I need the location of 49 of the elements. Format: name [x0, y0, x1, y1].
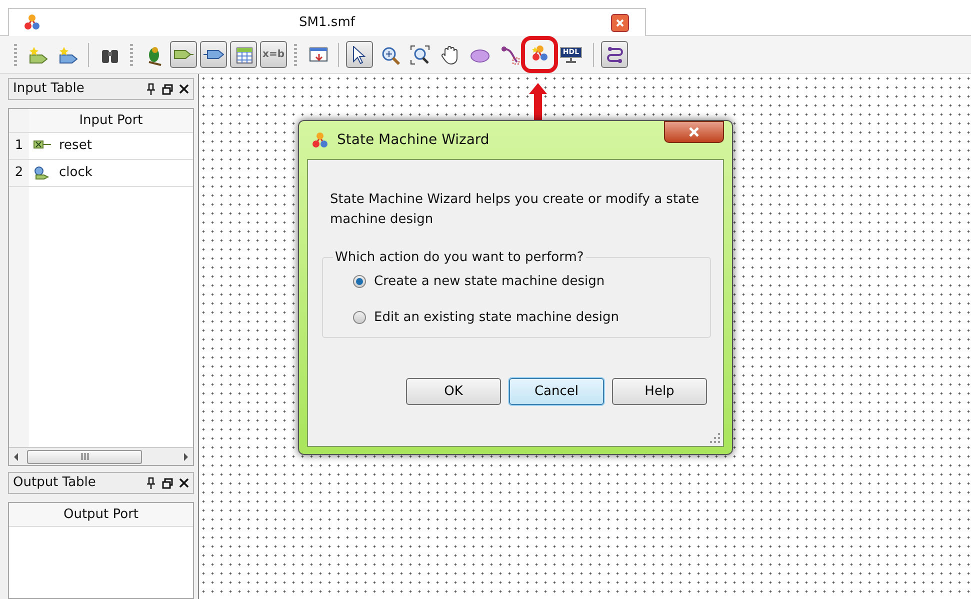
close-button[interactable]: [664, 121, 724, 143]
port-name[interactable]: clock: [59, 163, 92, 183]
monitor-stand-icon: [566, 58, 576, 62]
float-icon[interactable]: [162, 84, 173, 94]
radio-button[interactable]: [353, 275, 366, 288]
pin-icon[interactable]: [146, 83, 156, 95]
column-header: Input Port: [78, 112, 144, 130]
close-icon: [615, 18, 625, 28]
panel-title: Output Table: [13, 474, 97, 492]
pointer-icon: [353, 46, 366, 64]
dialog-button[interactable]: OK: [406, 378, 501, 405]
toolbar-button[interactable]: [346, 41, 373, 68]
dialog-button[interactable]: Help: [612, 378, 707, 405]
port-name[interactable]: reset: [59, 136, 92, 156]
column-header: Output Port: [63, 506, 139, 524]
document-tab[interactable]: SM1.smf: [8, 8, 646, 36]
dialog-title: State Machine Wizard: [337, 130, 490, 150]
toolbar-button[interactable]: [230, 41, 257, 68]
horizontal-scrollbar[interactable]: [9, 447, 193, 465]
radio-button[interactable]: [353, 310, 366, 324]
state-machine-icon: [23, 13, 41, 31]
grip-icon: [80, 453, 90, 460]
row-number: 1: [9, 133, 29, 159]
toolbar-button[interactable]: [601, 41, 628, 68]
right-arrow-icon: [183, 452, 189, 460]
toolbar-button[interactable]: [200, 41, 227, 68]
panel-title: Input Table: [13, 80, 86, 98]
toolbar-button[interactable]: x=b: [260, 41, 287, 68]
float-icon[interactable]: [162, 478, 173, 488]
dialog-button[interactable]: Cancel: [509, 378, 604, 405]
row-number: 2: [9, 160, 29, 186]
radio-option[interactable]: Create a new state machine design: [353, 272, 700, 292]
close-icon[interactable]: [179, 478, 189, 488]
document-title: SM1.smf: [299, 14, 355, 32]
arrow-icon: [203, 50, 224, 59]
state-machine-icon: [311, 131, 329, 149]
radio-option[interactable]: Edit an existing state machine design: [353, 308, 700, 327]
zoom-icon: [408, 44, 430, 66]
close-icon[interactable]: [179, 84, 189, 94]
arrow-icon: [174, 50, 194, 59]
pin-icon[interactable]: [146, 477, 156, 489]
hand-icon: [438, 44, 460, 66]
resize-grip-icon: [710, 433, 720, 443]
clock-port-icon: [33, 166, 51, 180]
close-icon: [688, 126, 700, 137]
left-arrow-icon: [13, 452, 19, 460]
dialog-message: State Machine Wizard helps you create or modify a state machine design: [329, 191, 700, 228]
curve-icon: [498, 44, 520, 66]
close-button[interactable]: [611, 14, 629, 32]
